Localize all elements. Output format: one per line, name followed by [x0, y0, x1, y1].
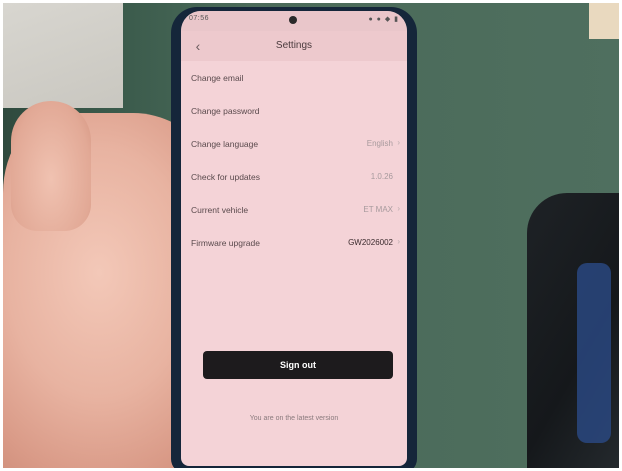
- row-value: ET MAX: [363, 205, 393, 214]
- front-camera-icon: [289, 16, 297, 24]
- status-time: 07:56: [189, 15, 210, 22]
- nav-bar: ‹ Settings: [181, 31, 407, 61]
- latest-version-note: You are on the latest version: [249, 415, 339, 422]
- page-title: Settings: [275, 40, 313, 51]
- chevron-right-icon: ›: [397, 138, 400, 147]
- background-blue-strip: [577, 263, 611, 443]
- settings-list: Change email Change password Change lang…: [181, 61, 407, 259]
- row-value: GW2026002: [348, 238, 393, 247]
- row-label: Change email: [191, 73, 244, 83]
- row-label: Change password: [191, 106, 260, 116]
- settings-row-firmware-upgrade[interactable]: Firmware upgrade GW2026002 ›: [181, 226, 407, 259]
- chevron-right-icon: ›: [397, 237, 400, 246]
- settings-row-check-updates[interactable]: Check for updates 1.0.26: [181, 160, 407, 193]
- phone-screen: 07:56 ● ● ◆ ▮ ‹ Settings Change email Ch…: [181, 11, 407, 466]
- thumb: [11, 101, 91, 231]
- status-bar: 07:56 ● ● ◆ ▮: [181, 11, 407, 31]
- chevron-right-icon: ›: [397, 204, 400, 213]
- row-value: English: [366, 139, 393, 148]
- row-label: Check for updates: [191, 172, 260, 182]
- phone-frame: 07:56 ● ● ◆ ▮ ‹ Settings Change email Ch…: [171, 7, 417, 468]
- photo-background: 07:56 ● ● ◆ ▮ ‹ Settings Change email Ch…: [3, 3, 619, 468]
- settings-row-change-language[interactable]: Change language English ›: [181, 127, 407, 160]
- row-label: Current vehicle: [191, 205, 249, 215]
- background-wall: [3, 3, 123, 108]
- sign-out-button[interactable]: Sign out: [203, 351, 393, 379]
- row-label: Firmware upgrade: [191, 238, 260, 248]
- background-box: [589, 3, 619, 39]
- settings-row-current-vehicle[interactable]: Current vehicle ET MAX ›: [181, 193, 407, 226]
- settings-row-change-email[interactable]: Change email: [181, 61, 407, 94]
- row-value: 1.0.26: [370, 172, 393, 181]
- row-label: Change language: [191, 139, 259, 149]
- status-icons: ● ● ◆ ▮: [368, 16, 399, 23]
- settings-row-change-password[interactable]: Change password: [181, 94, 407, 127]
